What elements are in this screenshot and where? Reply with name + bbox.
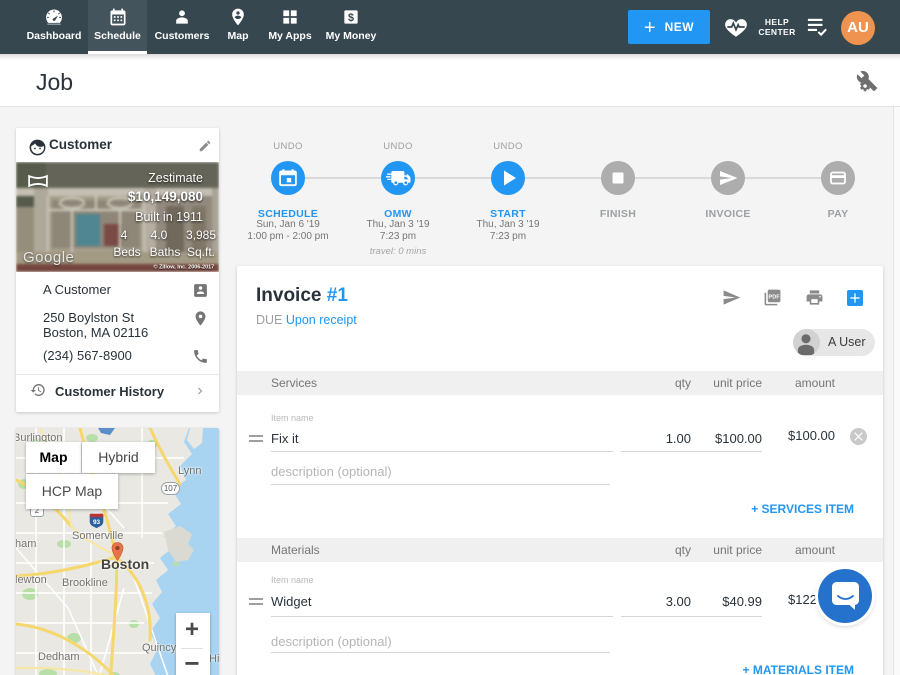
svg-text:PDF: PDF (769, 294, 781, 300)
svg-text:$: $ (348, 12, 354, 24)
svg-text:93: 93 (93, 519, 101, 526)
